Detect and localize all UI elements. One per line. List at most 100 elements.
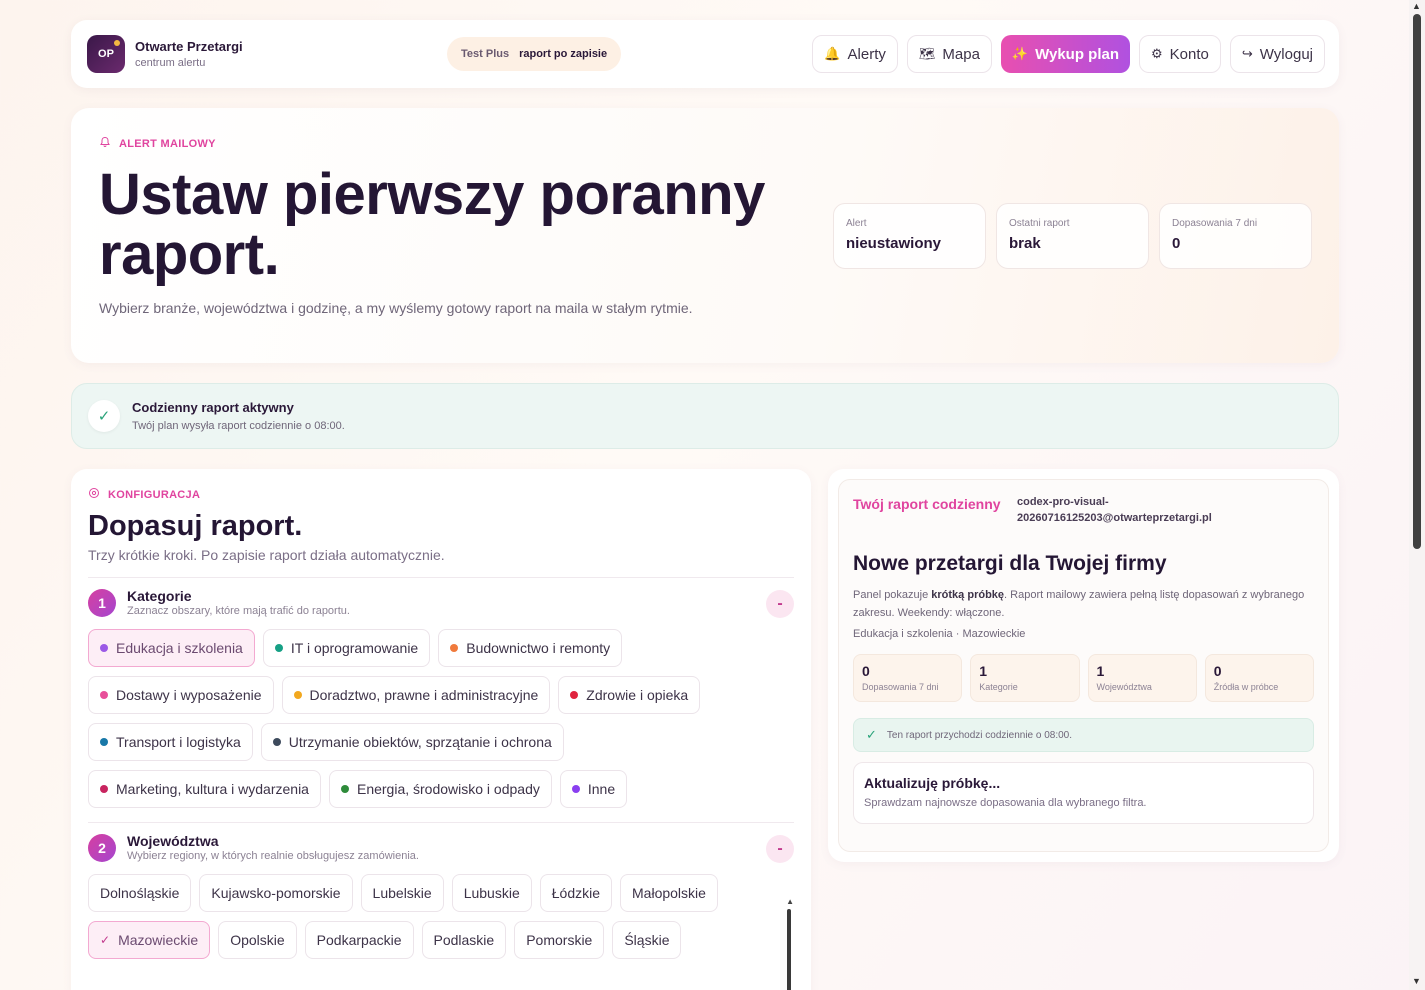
preview-email: codex-pro-visual-20260716125203@otwartep… bbox=[1017, 496, 1212, 524]
scroll-down-icon[interactable]: ▼ bbox=[1412, 976, 1421, 986]
region-chip[interactable]: Małopolskie bbox=[620, 874, 718, 912]
region-chip[interactable]: Pomorskie bbox=[514, 921, 605, 959]
category-label: Budownictwo i remonty bbox=[466, 640, 611, 656]
region-label: Śląskie bbox=[624, 932, 670, 948]
stat-value: nieustawiony bbox=[846, 235, 942, 252]
category-chip[interactable]: Dostawy i wyposażenie bbox=[88, 676, 274, 714]
region-list-scrollbar[interactable] bbox=[787, 909, 791, 990]
step-title: Kategorie bbox=[127, 588, 192, 604]
region-chip[interactable]: Kujawsko-pomorskie bbox=[199, 874, 353, 912]
stat-label: Ostatni raport bbox=[1009, 218, 1070, 229]
category-color-dot bbox=[274, 644, 283, 652]
region-chip[interactable]: Podkarpackie bbox=[304, 921, 414, 959]
region-label: Pomorskie bbox=[526, 932, 593, 948]
category-color-dot bbox=[100, 644, 108, 652]
bell-icon: 🔔 bbox=[824, 46, 841, 61]
category-chip[interactable]: Zdrowie i opieka bbox=[558, 676, 701, 714]
map-button[interactable]: 🗺 Mapa bbox=[906, 35, 992, 73]
buy-plan-label: Wykup plan bbox=[1035, 45, 1120, 63]
collapse-categories-button[interactable]: - bbox=[766, 590, 794, 618]
preview-stat: 1 Kategorie bbox=[970, 654, 1080, 702]
category-chip[interactable]: Budownictwo i remonty bbox=[438, 629, 623, 667]
divider bbox=[88, 577, 794, 578]
update-status-box: Aktualizuję próbkę... Sprawdzam najnowsz… bbox=[853, 762, 1314, 824]
logout-button[interactable]: ↪ Wyloguj bbox=[1229, 35, 1325, 73]
settings-icon bbox=[88, 487, 100, 502]
category-label: IT i oprogramowanie bbox=[290, 640, 419, 656]
region-label: Łódzkie bbox=[551, 885, 601, 901]
logout-icon: ↪ bbox=[1241, 46, 1253, 61]
account-label: Konto bbox=[1169, 45, 1209, 63]
category-chip[interactable]: Doradztwo, prawne i administracyjne bbox=[281, 676, 551, 714]
region-chip[interactable]: Lubuskie bbox=[451, 874, 532, 912]
preview-stat-label: Kategorie bbox=[979, 682, 1018, 692]
banner-subtitle: Twój plan wysyła raport codziennie o 08:… bbox=[132, 420, 345, 432]
stat-matches-7-days: Dopasowania 7 dni 0 bbox=[1159, 203, 1312, 269]
check-icon: ✓ bbox=[866, 727, 877, 742]
region-label: Kujawsko-pomorskie bbox=[211, 885, 341, 901]
bell-icon bbox=[99, 136, 111, 151]
hero-description: Wybierz branże, województwa i godzinę, a… bbox=[99, 300, 693, 316]
category-label: Marketing, kultura i wydarzenia bbox=[116, 781, 309, 797]
stat-value: brak bbox=[1009, 235, 1041, 252]
category-label: Inne bbox=[587, 781, 616, 797]
hero-stats: Alert nieustawiony Ostatni raport brak D… bbox=[833, 203, 1312, 269]
category-color-dot bbox=[100, 738, 108, 746]
scroll-up-icon[interactable]: ▲ bbox=[786, 897, 794, 906]
config-eyebrow-label: KONFIGURACJA bbox=[108, 488, 201, 501]
plan-note: raport po zapisie bbox=[519, 48, 608, 60]
gear-icon: ⚙ bbox=[1151, 46, 1163, 61]
category-label: Utrzymanie obiektów, sprzątanie i ochron… bbox=[288, 734, 552, 750]
step-subtitle: Wybierz regiony, w których realnie obsłu… bbox=[127, 850, 419, 862]
scroll-up-icon[interactable]: ▲ bbox=[1412, 1, 1421, 11]
preview-stat-value: 0 bbox=[862, 663, 870, 679]
category-color-dot bbox=[450, 644, 459, 652]
page-scrollbar-thumb[interactable] bbox=[1413, 14, 1421, 549]
stat-alert: Alert nieustawiony bbox=[833, 203, 986, 269]
preview-stat-label: Dopasowania 7 dni bbox=[862, 682, 939, 692]
top-bar: OP Otwarte Przetargi centrum alertu Test… bbox=[71, 20, 1339, 88]
divider bbox=[88, 822, 794, 823]
account-button[interactable]: ⚙ Konto bbox=[1139, 35, 1221, 73]
plan-name: Test Plus bbox=[461, 48, 510, 60]
region-label: Podlaskie bbox=[433, 932, 495, 948]
region-chip[interactable]: Śląskie bbox=[612, 921, 682, 959]
category-chip[interactable]: Inne bbox=[559, 770, 628, 808]
schedule-note-text: Ten raport przychodzi codziennie o 08:00… bbox=[886, 729, 1073, 741]
brand-name: Otwarte Przetargi bbox=[135, 39, 243, 54]
region-chip[interactable]: Podlaskie bbox=[421, 921, 507, 959]
logo-dot bbox=[114, 40, 120, 46]
category-chip[interactable]: Energia, środowisko i odpady bbox=[328, 770, 552, 808]
region-chip[interactable]: Łódzkie bbox=[539, 874, 613, 912]
update-subtitle: Sprawdzam najnowsze dopasowania dla wybr… bbox=[864, 797, 1147, 809]
page-scrollbar[interactable]: ▲ ▼ bbox=[1409, 0, 1425, 990]
category-chip[interactable]: Transport i logistyka bbox=[88, 723, 253, 761]
buy-plan-button[interactable]: ✨ Wykup plan bbox=[1000, 35, 1131, 73]
check-icon: ✓ bbox=[100, 933, 111, 947]
region-chip[interactable]: ✓ Mazowieckie bbox=[88, 921, 211, 959]
preview-stat-label: Źródła w próbce bbox=[1213, 682, 1279, 692]
step-title: Województwa bbox=[127, 833, 219, 849]
category-chip[interactable]: IT i oprogramowanie bbox=[262, 629, 431, 667]
brand[interactable]: OP Otwarte Przetargi centrum alertu bbox=[87, 35, 447, 73]
preview-stat: 1 Województwa bbox=[1087, 654, 1197, 702]
preview-desc-pre: Panel pokazuje bbox=[853, 589, 932, 601]
region-chips: Dolnośląskie Kujawsko-pomorskie Lubelskie L… bbox=[88, 874, 794, 959]
preview-stat: 0 Źródła w próbce bbox=[1204, 654, 1314, 702]
region-chip[interactable]: Lubelskie bbox=[360, 874, 444, 912]
alerts-button[interactable]: 🔔 Alerty bbox=[812, 35, 898, 73]
collapse-regions-button[interactable]: - bbox=[766, 835, 794, 863]
category-chip[interactable]: Utrzymanie obiektów, sprzątanie i ochron… bbox=[260, 723, 564, 761]
config-card: KONFIGURACJA Dopasuj raport. Trzy krótki… bbox=[71, 469, 811, 990]
step-categories: 1 Kategorie Zaznacz obszary, które mają … bbox=[88, 588, 794, 618]
category-label: Energia, środowisko i odpady bbox=[356, 781, 540, 797]
config-subtitle: Trzy krótkie kroki. Po zapisie raport dz… bbox=[88, 547, 445, 563]
update-title: Aktualizuję próbkę... bbox=[864, 775, 1001, 791]
region-chip[interactable]: Dolnośląskie bbox=[88, 874, 192, 912]
stat-label: Dopasowania 7 dni bbox=[1172, 218, 1258, 229]
region-chip[interactable]: Opolskie bbox=[218, 921, 297, 959]
region-label: Lubuskie bbox=[463, 885, 520, 901]
category-chip[interactable]: Marketing, kultura i wydarzenia bbox=[88, 770, 321, 808]
category-chip[interactable]: Edukacja i szkolenia bbox=[88, 629, 255, 667]
step-number: 1 bbox=[88, 588, 116, 617]
